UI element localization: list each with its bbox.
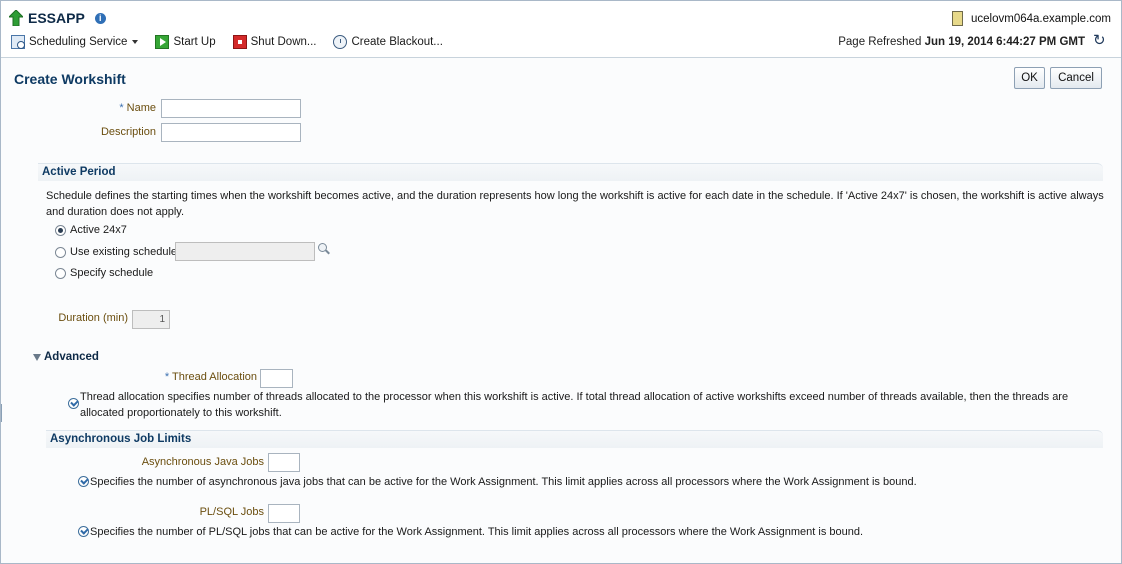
- radio-active-24x7[interactable]: Active 24x7: [55, 224, 127, 236]
- search-icon[interactable]: [317, 243, 331, 257]
- async-java-jobs-field[interactable]: [268, 453, 300, 472]
- refreshed-label: Page Refreshed: [838, 36, 922, 48]
- host-target[interactable]: ucelovm064a.example.com: [952, 11, 1111, 26]
- info-check-icon: [78, 526, 89, 537]
- duration-value: 1: [159, 314, 165, 325]
- info-icon[interactable]: i: [94, 12, 106, 24]
- thread-allocation-label-text: Thread Allocation: [172, 371, 257, 383]
- info-check-icon: [78, 476, 89, 487]
- triangle-down-icon: [33, 353, 41, 361]
- start-icon: [155, 35, 170, 49]
- name-field[interactable]: [161, 99, 301, 118]
- stop-icon: [232, 35, 247, 49]
- plsql-jobs-help: Specifies the number of PL/SQL jobs that…: [90, 526, 864, 538]
- async-job-limits-title: Asynchronous Job Limits: [50, 433, 192, 445]
- chevron-down-icon: [132, 40, 139, 44]
- start-up-button[interactable]: Start Up: [155, 35, 216, 49]
- radio-button-selected[interactable]: [55, 224, 66, 236]
- app-window: ESSAPP i ucelovm064a.example.com Schedul…: [0, 0, 1122, 564]
- thread-allocation-label: * Thread Allocation: [121, 371, 257, 383]
- server-icon: [952, 11, 963, 26]
- panel-splitter[interactable]: [1, 404, 2, 422]
- active-period-help: Schedule defines the starting times when…: [46, 190, 1104, 218]
- info-check-icon: [68, 398, 79, 409]
- plsql-jobs-field[interactable]: [268, 504, 300, 523]
- shut-down-label: Shut Down...: [250, 36, 317, 48]
- name-label-text: Name: [126, 102, 156, 114]
- radio-button[interactable]: [55, 246, 66, 258]
- radio-use-existing-label: Use existing schedule: [70, 246, 178, 258]
- description-field[interactable]: [161, 123, 301, 142]
- duration-label: Duration (min): [58, 312, 128, 324]
- required-asterisk: *: [119, 102, 124, 114]
- app-name: ESSAPP: [28, 10, 85, 26]
- thread-allocation-help: Thread allocation specifies number of th…: [80, 391, 1069, 419]
- scheduling-service-label: Scheduling Service: [29, 36, 128, 48]
- refreshed-value: Jun 19, 2014 6:44:27 PM GMT: [924, 36, 1085, 48]
- async-java-jobs-help: Specifies the number of asynchronous jav…: [90, 476, 917, 488]
- plsql-jobs-label: PL/SQL Jobs: [199, 506, 264, 518]
- app-title-area: ESSAPP i: [9, 10, 106, 26]
- scheduling-service-icon: [11, 35, 25, 49]
- shut-down-button[interactable]: Shut Down...: [232, 35, 317, 49]
- host-name: ucelovm064a.example.com: [971, 12, 1111, 25]
- ok-button[interactable]: OK: [1014, 67, 1045, 89]
- advanced-toggle[interactable]: Advanced: [33, 351, 99, 363]
- blackout-icon: [333, 35, 348, 49]
- thread-allocation-field[interactable]: [260, 369, 293, 388]
- cancel-button[interactable]: Cancel: [1050, 67, 1102, 89]
- page-title: Create Workshift: [14, 71, 126, 87]
- async-java-jobs-label: Asynchronous Java Jobs: [141, 456, 264, 468]
- radio-active-24x7-label: Active 24x7: [70, 224, 127, 236]
- radio-specify-schedule[interactable]: Specify schedule: [55, 267, 153, 279]
- page-refreshed: Page Refreshed Jun 19, 2014 6:44:27 PM G…: [838, 36, 1085, 48]
- advanced-title: Advanced: [44, 351, 99, 363]
- radio-use-existing-schedule[interactable]: Use existing schedule: [55, 246, 177, 258]
- duration-field: 1: [132, 310, 170, 329]
- existing-schedule-field[interactable]: [175, 242, 315, 261]
- create-blackout-button[interactable]: Create Blackout...: [333, 35, 443, 49]
- radio-button[interactable]: [55, 267, 66, 279]
- async-job-limits-header: Asynchronous Job Limits: [46, 430, 1103, 448]
- active-period-header: Active Period: [38, 163, 1103, 181]
- description-label: Description: [100, 126, 156, 138]
- name-label: * Name: [61, 102, 156, 114]
- radio-specify-schedule-label: Specify schedule: [70, 267, 154, 279]
- page-header: ESSAPP i ucelovm064a.example.com Schedul…: [1, 1, 1121, 58]
- refresh-icon[interactable]: ↻: [1093, 33, 1107, 48]
- required-asterisk: *: [164, 371, 170, 383]
- active-period-title: Active Period: [42, 166, 116, 178]
- toolbar: Scheduling Service Start Up Shut Down...…: [11, 34, 460, 50]
- create-blackout-label: Create Blackout...: [351, 36, 443, 48]
- scheduling-service-menu[interactable]: Scheduling Service: [11, 35, 139, 49]
- start-up-label: Start Up: [173, 36, 216, 48]
- up-arrow-icon: [9, 10, 23, 26]
